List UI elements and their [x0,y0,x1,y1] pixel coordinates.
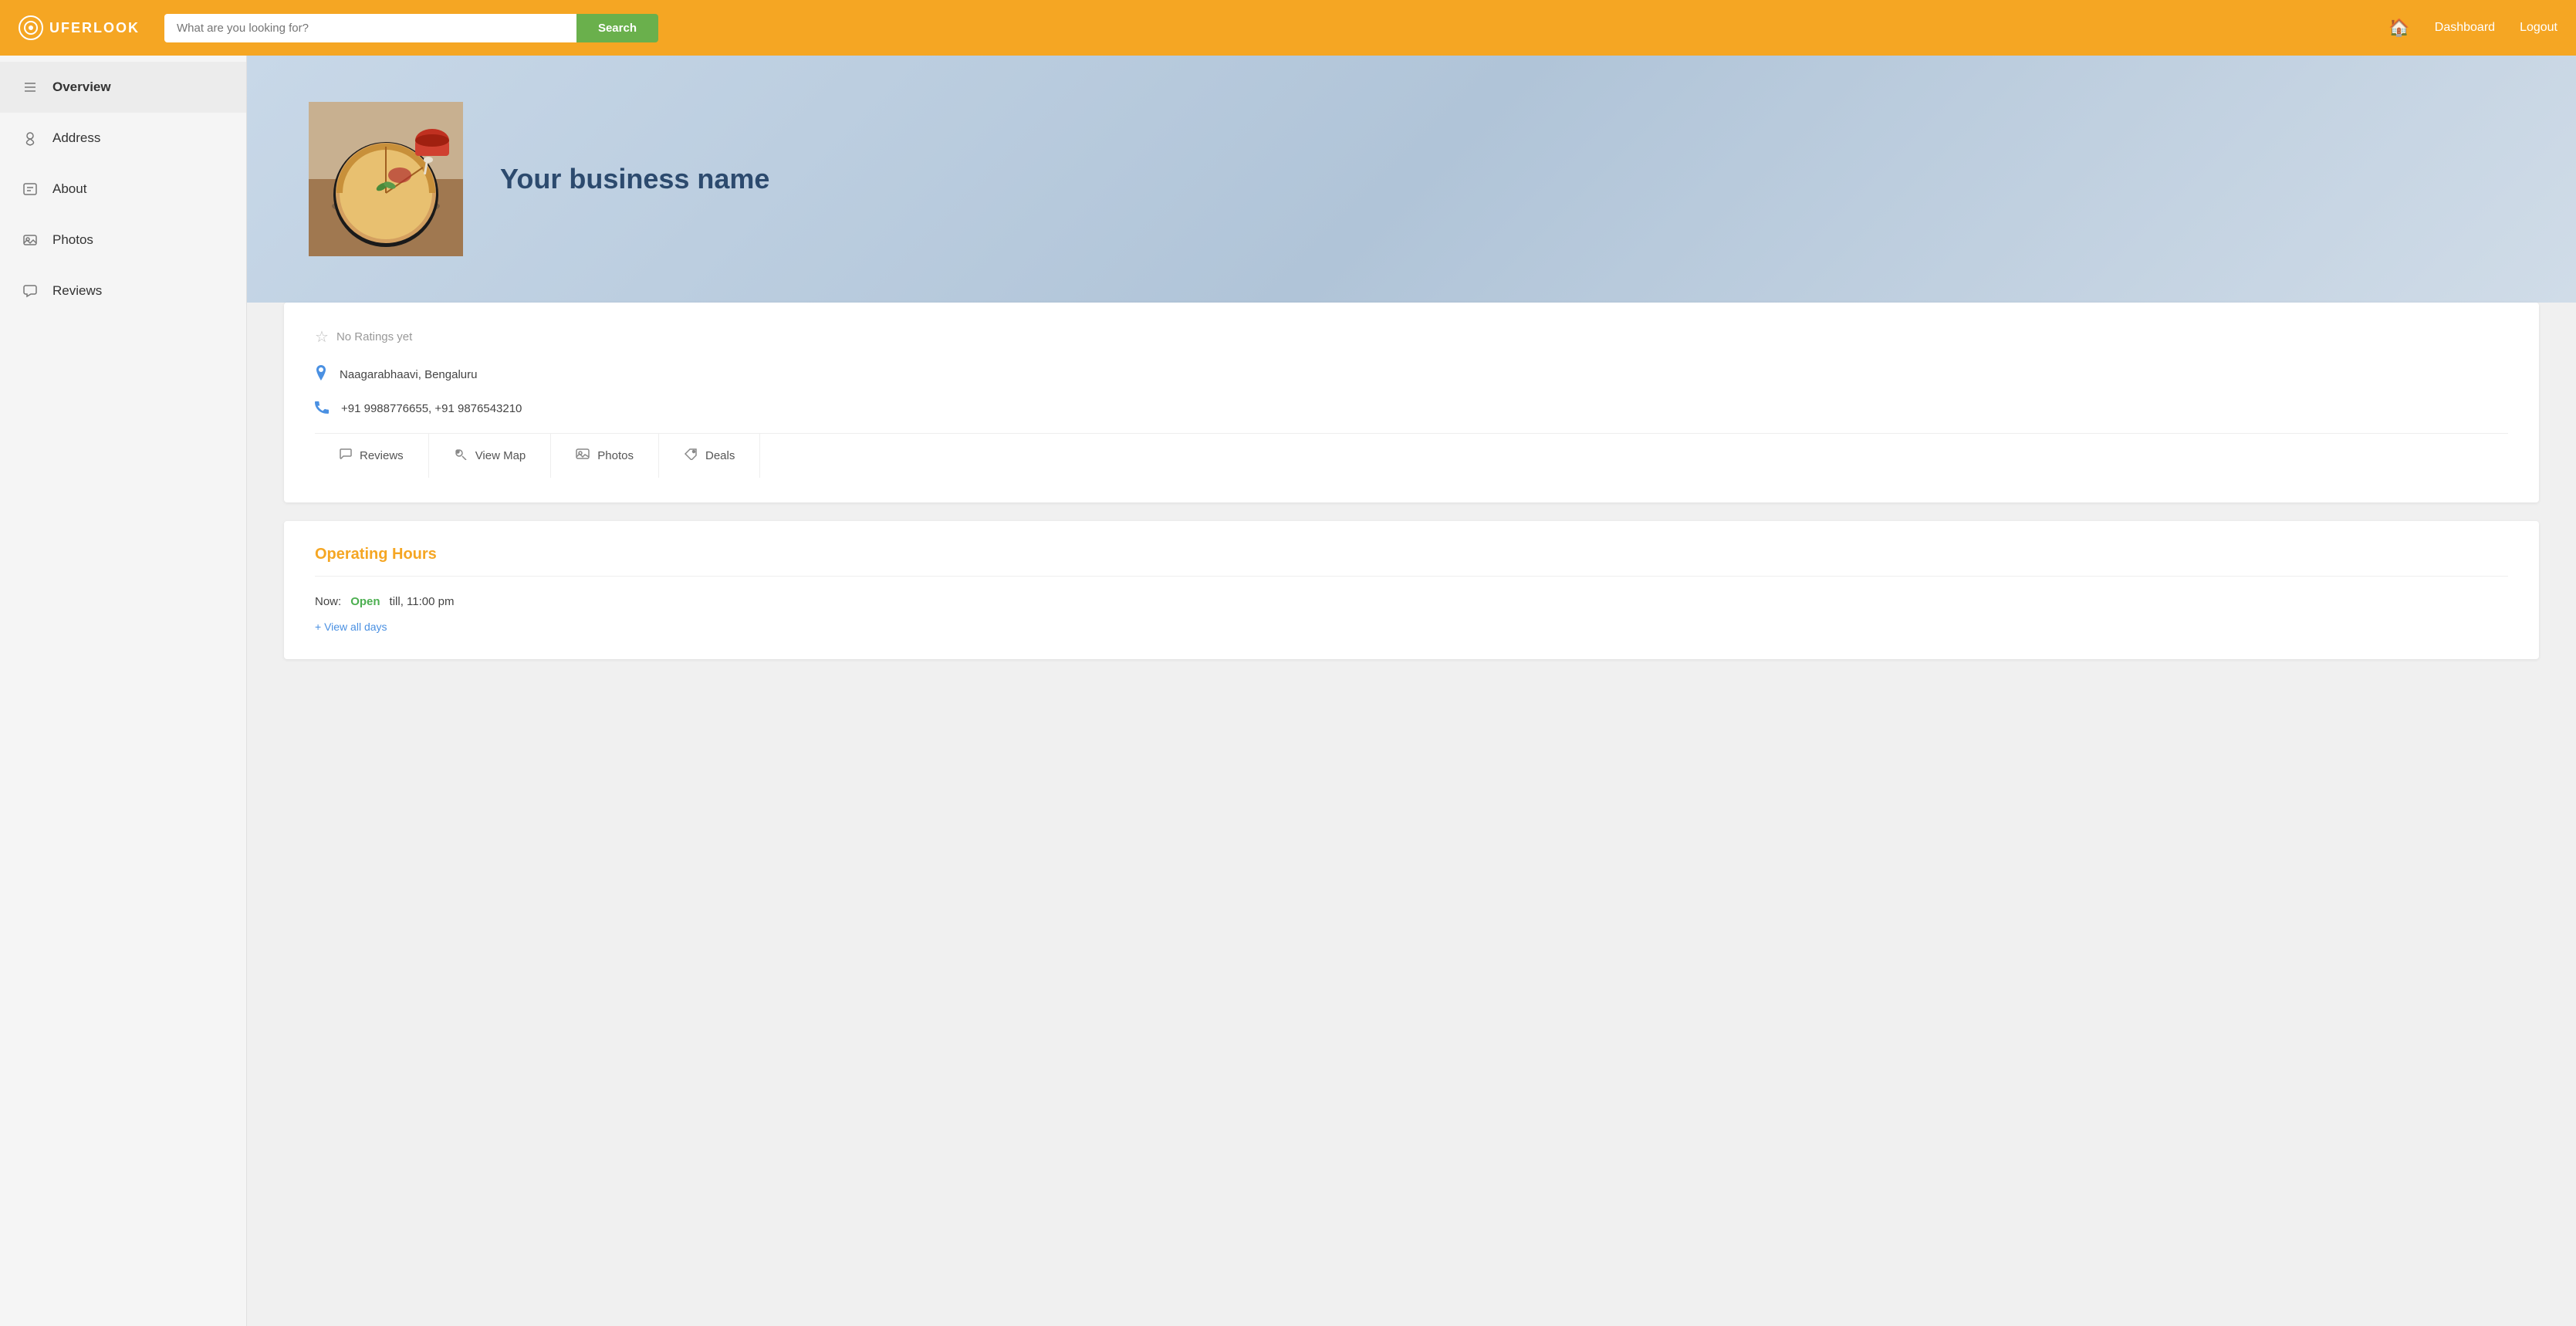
sidebar-item-about-label: About [52,181,86,197]
business-name: Your business name [500,163,769,195]
reviews-btn-label: Reviews [360,449,404,462]
reviews-button[interactable]: Reviews [315,434,429,478]
nav-right: 🏠 Dashboard Logout [2388,18,2557,38]
address-row: Naagarabhaavi, Bengaluru [315,365,2508,384]
hours-now-row: Now: Open till, 11:00 pm [315,595,2508,608]
now-label: Now: [315,595,341,608]
sidebar-item-address-label: Address [52,130,100,146]
open-status-badge: Open [350,595,380,608]
sidebar-item-address[interactable]: Address [0,113,246,164]
sidebar-item-reviews-label: Reviews [52,283,102,299]
business-photo [309,102,463,256]
content-area: Your business name ☆ No Ratings yet Naag… [247,56,2576,1326]
about-icon [22,181,39,198]
overview-icon [22,79,39,96]
search-button[interactable]: Search [576,14,658,42]
star-icon: ☆ [315,327,329,347]
deals-btn-icon [684,448,698,464]
photos-icon [22,232,39,249]
sidebar-item-reviews[interactable]: Reviews [0,266,246,316]
hero-section: Your business name [247,56,2576,303]
action-buttons: Reviews View Map [315,433,2508,478]
sidebar-item-overview[interactable]: Overview [0,62,246,113]
address-text: Naagarabhaavi, Bengaluru [340,368,477,381]
deals-button[interactable]: Deals [659,434,760,478]
hours-card: Operating Hours Now: Open till, 11:00 pm… [284,521,2539,659]
address-icon [22,130,39,147]
sidebar-item-photos[interactable]: Photos [0,215,246,266]
sidebar-item-overview-label: Overview [52,79,111,95]
map-pin-icon [315,365,327,384]
ratings-row: ☆ No Ratings yet [315,327,2508,347]
search-input[interactable] [164,14,576,42]
reviews-btn-icon [340,448,352,464]
top-navigation: UFERLOOK Search 🏠 Dashboard Logout [0,0,2576,56]
ratings-text: No Ratings yet [336,330,412,343]
sidebar-item-photos-label: Photos [52,232,93,248]
phone-row: +91 9988776655, +91 9876543210 [315,400,2508,418]
phone-icon [315,400,329,418]
search-bar: Search [164,14,658,42]
main-layout: Overview Address About [0,56,2576,1326]
hours-title: Operating Hours [315,546,2508,577]
reviews-icon [22,282,39,299]
logout-link[interactable]: Logout [2520,21,2557,35]
map-btn-icon [454,448,468,464]
view-map-btn-label: View Map [475,449,526,462]
logo-icon [19,15,43,40]
home-icon[interactable]: 🏠 [2388,18,2409,38]
logo-area: UFERLOOK [19,15,140,40]
logo-text: UFERLOOK [49,20,140,36]
sidebar: Overview Address About [0,56,247,1326]
deals-btn-label: Deals [705,449,735,462]
photos-btn-icon [576,448,590,464]
photos-btn-label: Photos [597,449,634,462]
till-text: till, 11:00 pm [390,595,455,608]
sidebar-item-about[interactable]: About [0,164,246,215]
info-card: ☆ No Ratings yet Naagarabhaavi, Bengalur… [284,303,2539,502]
view-map-button[interactable]: View Map [429,434,552,478]
photos-button[interactable]: Photos [551,434,659,478]
view-all-days-link[interactable]: + View all days [315,621,387,633]
dashboard-link[interactable]: Dashboard [2435,21,2495,35]
phone-text: +91 9988776655, +91 9876543210 [341,402,522,415]
